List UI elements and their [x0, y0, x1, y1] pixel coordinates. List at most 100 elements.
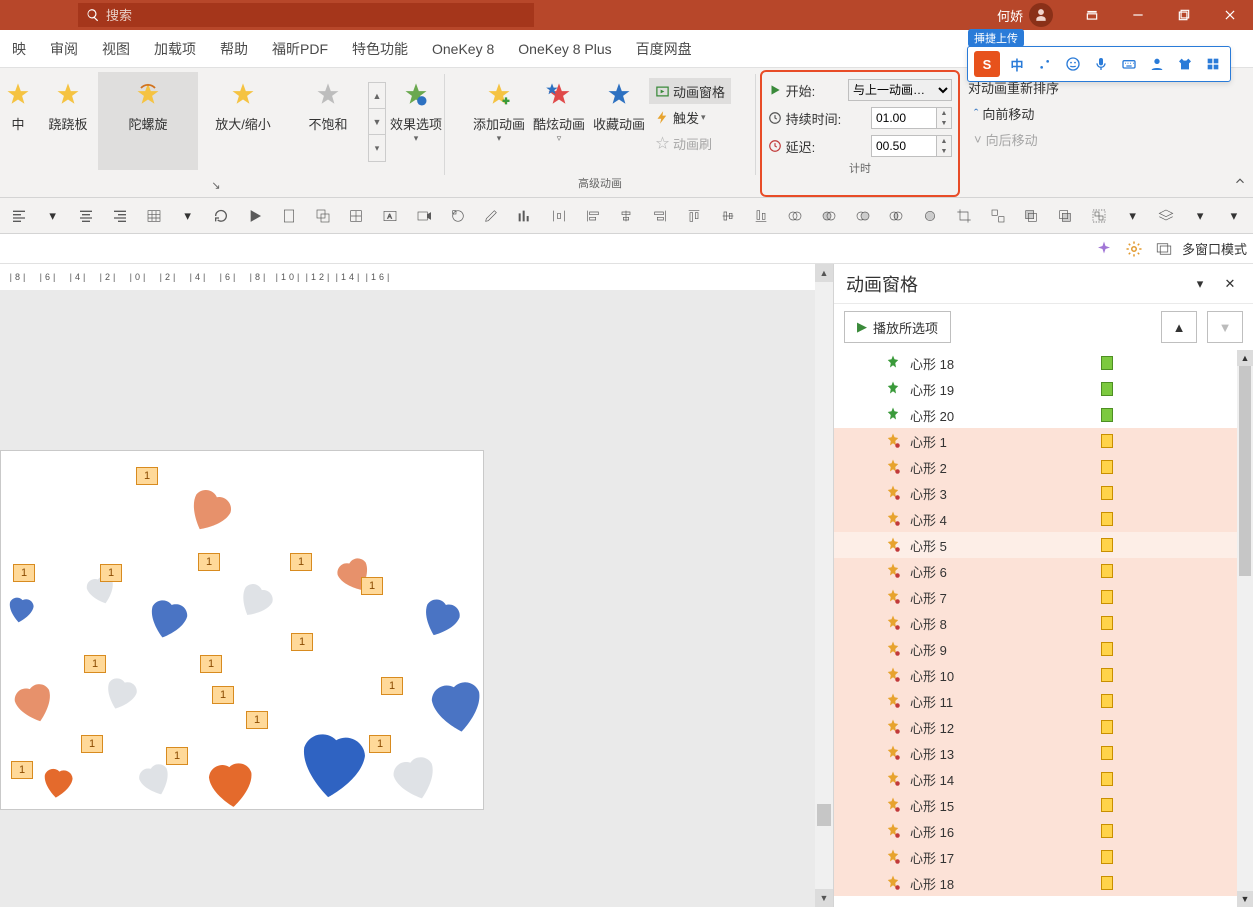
collapse-ribbon-icon[interactable] — [1233, 174, 1247, 191]
timing-start-select[interactable]: 与上一动画… — [848, 79, 952, 101]
reorder-down-button[interactable]: ▼ — [1207, 311, 1243, 343]
timeline-bar[interactable] — [1101, 486, 1113, 500]
align-objects-left-icon[interactable] — [580, 203, 606, 229]
ime-punct-icon[interactable] — [1034, 53, 1056, 75]
align-center-icon[interactable] — [74, 203, 100, 229]
effect-item[interactable]: 放大/缩小 — [198, 72, 288, 133]
timeline-bar[interactable] — [1101, 798, 1113, 812]
timeline-bar[interactable] — [1101, 876, 1113, 890]
scroll-down-icon[interactable]: ▼ — [1237, 891, 1253, 907]
pane-vscroll[interactable]: ▲ ▼ — [1237, 350, 1253, 907]
animation-row[interactable]: 心形 13 — [834, 740, 1253, 766]
animation-index-tag[interactable]: 1 — [369, 735, 391, 753]
animation-index-tag[interactable]: 1 — [291, 633, 313, 651]
align-middle-icon[interactable] — [715, 203, 741, 229]
page-icon[interactable] — [276, 203, 302, 229]
gear-icon[interactable] — [1122, 237, 1146, 261]
fragment-icon[interactable] — [850, 203, 876, 229]
heart-shape[interactable] — [324, 544, 385, 605]
timeline-bar[interactable] — [1101, 512, 1113, 526]
canvas-vscroll[interactable]: ▲ ▼ — [815, 264, 833, 907]
close-pane-icon[interactable]: ✕ — [1219, 273, 1241, 295]
animation-row[interactable]: 心形 17 — [834, 844, 1253, 870]
combine-icon[interactable] — [816, 203, 842, 229]
ime-skin-icon[interactable] — [1174, 53, 1196, 75]
effect-gallery-arrows[interactable]: ▲▼▾ — [368, 82, 386, 162]
close-button[interactable] — [1207, 0, 1253, 30]
timing-duration-input[interactable] — [871, 107, 937, 129]
animation-row[interactable]: 心形 19 — [834, 376, 1253, 402]
heart-shape[interactable] — [0, 588, 42, 630]
scroll-down-icon[interactable]: ▼ — [815, 889, 833, 907]
effect-item[interactable]: 中 — [0, 72, 38, 133]
animation-index-tag[interactable]: 1 — [361, 577, 383, 595]
windows-icon[interactable] — [1152, 237, 1176, 261]
rotate-icon[interactable] — [209, 203, 235, 229]
scroll-thumb[interactable] — [1239, 366, 1251, 576]
align-objects-center-icon[interactable] — [614, 203, 640, 229]
chevron-down-icon[interactable]: ▾ — [1187, 203, 1213, 229]
effect-options-button[interactable]: 效果选项 ▾ — [386, 72, 446, 144]
timeline-bar[interactable] — [1101, 356, 1113, 370]
ime-mic-icon[interactable] — [1090, 53, 1112, 75]
effect-item-selected[interactable]: 陀螺旋 — [98, 72, 198, 170]
timeline-bar[interactable] — [1101, 564, 1113, 578]
animation-row[interactable]: 心形 18 — [834, 870, 1253, 896]
timeline-bar[interactable] — [1101, 668, 1113, 682]
timeline-bar[interactable] — [1101, 850, 1113, 864]
animation-index-tag[interactable]: 1 — [290, 553, 312, 571]
heart-shape[interactable] — [93, 665, 149, 721]
heart-shape[interactable] — [34, 758, 81, 805]
play-selected-button[interactable]: ▶ 播放所选项 — [844, 311, 951, 343]
minimize-button[interactable] — [1115, 0, 1161, 30]
animation-index-tag[interactable]: 1 — [81, 735, 103, 753]
trigger-button[interactable]: 触发 ▾ — [649, 104, 731, 130]
animation-row[interactable]: 心形 12 — [834, 714, 1253, 740]
animation-row[interactable]: 心形 11 — [834, 688, 1253, 714]
timeline-bar[interactable] — [1101, 694, 1113, 708]
timeline-bar[interactable] — [1101, 720, 1113, 734]
heart-shape[interactable] — [225, 569, 288, 632]
slide-canvas[interactable]: 1111111111111111 — [0, 450, 484, 810]
ungroup-icon[interactable] — [985, 203, 1011, 229]
timeline-bar[interactable] — [1101, 590, 1113, 604]
search-box[interactable] — [78, 3, 534, 27]
animation-index-tag[interactable]: 1 — [11, 761, 33, 779]
text-box-a-icon[interactable]: A — [377, 203, 403, 229]
ime-user-icon[interactable] — [1146, 53, 1168, 75]
ime-keyboard-icon[interactable] — [1118, 53, 1140, 75]
intersect-icon[interactable] — [884, 203, 910, 229]
reorder-up-button[interactable]: ▲ — [1161, 311, 1197, 343]
ime-cn-label[interactable]: 中 — [1006, 53, 1028, 75]
heart-shape[interactable] — [171, 471, 249, 549]
ime-smiley-icon[interactable] — [1062, 53, 1084, 75]
video-icon[interactable] — [411, 203, 437, 229]
animation-pane-button[interactable]: 动画窗格 — [649, 78, 731, 104]
add-animation-button[interactable]: 添加动画 ▾ — [469, 72, 529, 144]
dialog-launcher-icon[interactable]: ↘ — [0, 177, 438, 195]
ribbon-tab[interactable]: 特色功能 — [340, 30, 420, 67]
scroll-up-icon[interactable]: ▲ — [1237, 350, 1253, 366]
ribbon-tab[interactable]: OneKey 8 — [420, 30, 506, 67]
ribbon-tab[interactable]: 审阅 — [38, 30, 90, 67]
send-backward-icon[interactable] — [1052, 203, 1078, 229]
chevron-down-icon[interactable]: ▾ — [1120, 203, 1146, 229]
animation-row[interactable]: 心形 16 — [834, 818, 1253, 844]
timeline-bar[interactable] — [1101, 616, 1113, 630]
align-top-icon[interactable] — [681, 203, 707, 229]
subtract-icon[interactable] — [917, 203, 943, 229]
animation-row[interactable]: 心形 7 — [834, 584, 1253, 610]
heart-shape[interactable] — [0, 668, 68, 736]
animation-index-tag[interactable]: 1 — [166, 747, 188, 765]
favorite-animation-button[interactable]: 收藏动画 — [589, 72, 649, 133]
ribbon-tab[interactable]: 福昕PDF — [260, 30, 340, 67]
heart-shape[interactable] — [415, 663, 498, 746]
align-objects-right-icon[interactable] — [647, 203, 673, 229]
timeline-bar[interactable] — [1101, 408, 1113, 422]
heart-shape[interactable] — [407, 583, 475, 651]
more-commands-icon[interactable]: ▾ — [1221, 203, 1247, 229]
scroll-thumb[interactable] — [817, 804, 831, 826]
avatar[interactable] — [1029, 3, 1053, 27]
timeline-bar[interactable] — [1101, 772, 1113, 786]
pen-icon[interactable] — [479, 203, 505, 229]
